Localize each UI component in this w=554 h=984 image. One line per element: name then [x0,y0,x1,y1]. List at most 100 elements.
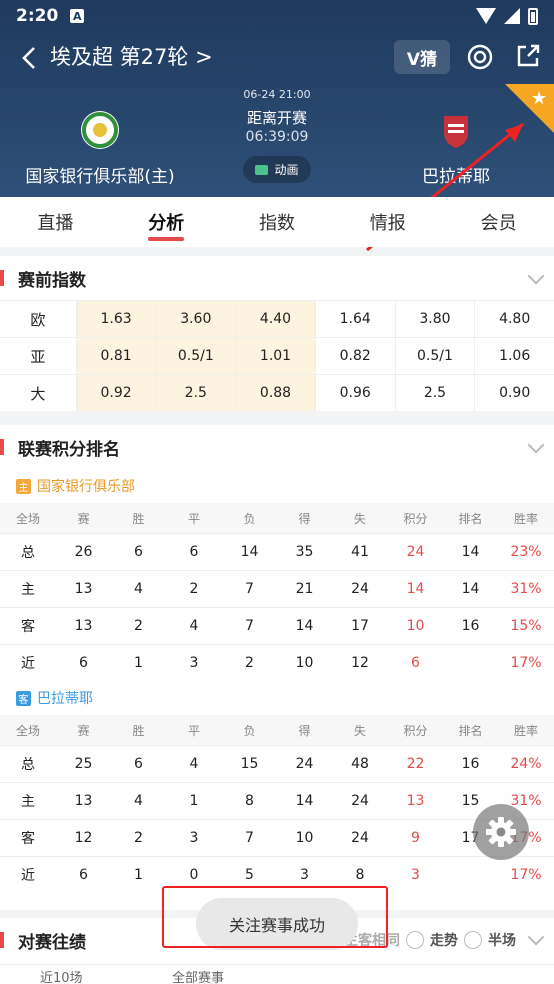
table-row: 总 26 6 6 14 35 41 24 14 23% [0,533,554,570]
table-cell: 近 [21,656,35,672]
table-cell: 3 [189,830,199,846]
table-cell: 10 [295,655,314,671]
table-cell: 4 [189,618,199,634]
animation-label: 动画 [274,163,299,177]
target-icon[interactable] [466,43,494,71]
table-row: 客 13 2 4 7 14 17 10 16 15% [0,607,554,644]
table-cell: 41 [351,544,369,560]
table-cell: 15% [510,618,542,634]
chevron-down-icon[interactable] [527,267,545,285]
table-cell: 2 [134,830,143,846]
notification-a-icon: A [70,9,85,23]
recent-matches-filter[interactable]: 近10场 [40,967,83,984]
table-cell: 17% [510,867,542,883]
table-cell: 近 [21,868,35,884]
table-cell: 15 [240,756,259,772]
table-cell: 2 [189,581,199,597]
chevron-down-icon[interactable] [527,928,545,946]
status-time: 2:20 [16,6,59,26]
odds-row-euro[interactable]: 欧 1.63 3.60 4.40 1.64 3.80 4.80 [0,300,554,337]
home-standings-label: 主 国家银行俱乐部 [0,469,554,503]
table-cell: 2 [245,655,254,671]
table-cell: 25 [74,756,93,772]
table-cell: 17 [351,618,369,634]
table-cell: 16 [461,756,480,772]
table-cell: 6 [411,655,420,671]
table-cell: 3 [411,867,420,883]
tab-analysis[interactable]: 分析 [111,197,222,247]
nav-bar: 埃及超 第27轮 > V猜 [0,36,554,80]
table-cell: 22 [406,756,425,772]
table-cell: 14 [295,793,314,809]
back-arrow-icon[interactable] [16,44,44,72]
table-cell: 21 [295,581,314,597]
half-option[interactable]: 半场 [488,930,516,950]
home-team-logo [81,111,119,149]
table-cell: 13 [74,793,93,809]
table-cell: 总 [21,757,35,773]
all-events-filter[interactable]: 全部赛事 [172,967,224,984]
table-cell: 总 [21,545,35,561]
h2h-filter-row: 近10场 全部赛事 [0,964,554,984]
table-cell: 24 [351,830,369,846]
table-cell: 客 [21,831,35,847]
table-cell: 35 [295,544,314,560]
home-team[interactable]: 国家银行俱乐部(主) [24,110,176,187]
table-cell: 3 [189,655,199,671]
odds-section-header[interactable]: 赛前指数 [0,256,554,300]
table-cell: 13 [406,793,425,809]
odds-section-title: 赛前指数 [18,270,86,291]
trend-radio-icon[interactable] [406,931,424,949]
battery-icon [528,7,538,25]
tab-member[interactable]: 会员 [443,197,554,247]
table-cell: 主 [21,794,35,810]
table-cell: 24 [406,544,425,560]
table-cell: 6 [79,655,88,671]
table-cell: 12 [351,655,369,671]
home-badge: 主 [16,478,31,494]
table-cell [443,645,498,681]
tv-icon [255,164,269,175]
annotation-highlight-box [162,886,388,948]
home-team-name: 国家银行俱乐部(主) [25,167,175,187]
table-cell: 6 [134,544,143,560]
table-cell: 26 [74,544,93,560]
table-cell: 2 [134,618,143,634]
h2h-section-title: 对赛往绩 [18,932,86,953]
table-cell: 14 [461,544,480,560]
table-row: 客12237102491717% [0,819,554,856]
table-cell: 7 [245,581,254,597]
table-cell: 14 [461,581,480,597]
table-cell: 17% [510,655,542,671]
trend-option[interactable]: 走势 [430,930,458,950]
table-cell: 12 [74,830,93,846]
share-icon[interactable] [514,42,542,70]
tab-index[interactable]: 指数 [222,197,333,247]
table-cell: 31% [510,581,542,597]
table-cell: 4 [134,581,143,597]
standings-section-header[interactable]: 联赛积分排名 [0,425,554,469]
half-radio-icon[interactable] [464,931,482,949]
table-cell: 16 [461,618,480,634]
table-cell: 10 [295,830,314,846]
odds-row-asian[interactable]: 亚 0.81 0.5/1 1.01 0.82 0.5/1 1.06 [0,337,554,374]
table-cell: 10 [406,618,425,634]
table-cell: 24 [295,756,314,772]
tab-live[interactable]: 直播 [0,197,111,247]
settings-gear-button[interactable] [473,804,529,860]
odds-row-overunder[interactable]: 大 0.92 2.5 0.88 0.96 2.5 0.90 [0,374,554,411]
table-cell: 24 [351,793,369,809]
table-cell: 主 [21,582,35,598]
tab-intel[interactable]: 情报 [332,197,443,247]
standings-section: 联赛积分排名 主 国家银行俱乐部 全场 赛 胜 平 负 得 失 积分 排名 胜率… [0,425,554,910]
home-standings-name: 国家银行俱乐部 [37,479,135,495]
animation-button[interactable]: 动画 [243,156,311,183]
away-badge: 客 [16,690,31,706]
table-cell: 13 [74,618,93,634]
chevron-down-icon[interactable] [527,436,545,454]
table-cell: 8 [245,793,254,809]
vguess-button[interactable]: V猜 [394,40,450,74]
table-cell: 9 [411,830,420,846]
table-cell: 6 [79,867,88,883]
league-round-title[interactable]: 埃及超 第27轮 > [50,42,213,72]
